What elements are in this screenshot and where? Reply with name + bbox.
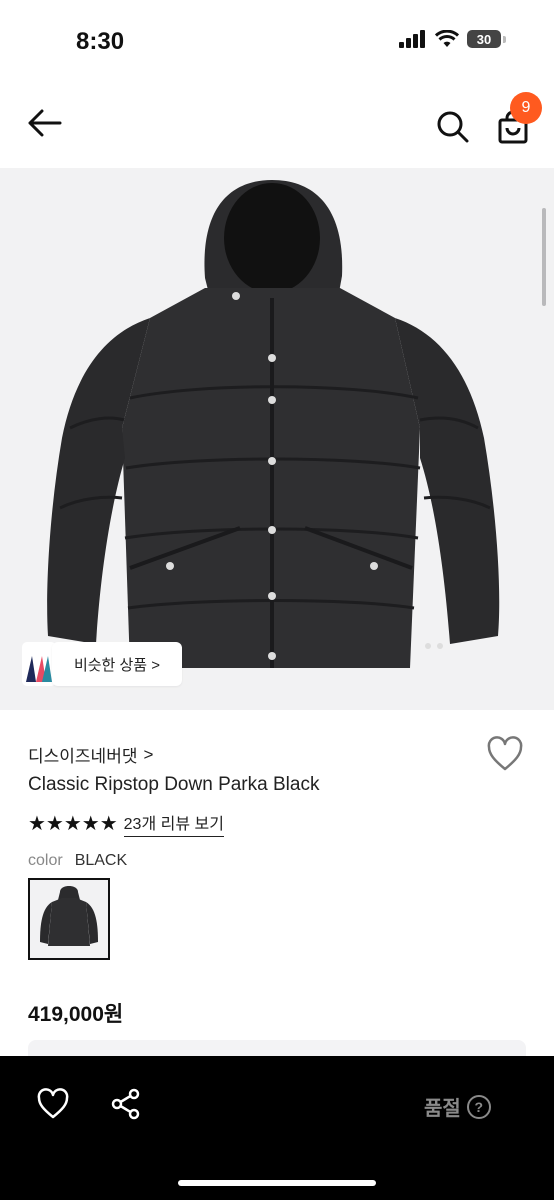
sold-out-indicator: 품절 ? [424, 1092, 491, 1121]
swatch-thumbnail [40, 886, 98, 946]
heart-icon[interactable] [486, 736, 524, 772]
brand-link[interactable]: 디스이즈네버댓 > [28, 742, 153, 767]
color-option: color BLACK [28, 852, 127, 870]
rating-stars: ★★★★★ [28, 813, 118, 835]
status-icons: 30 [399, 30, 506, 48]
chevron-right-icon: > [143, 744, 154, 764]
wishlist-heart-icon[interactable] [36, 1088, 70, 1120]
similar-thumbnails [22, 642, 56, 686]
battery-level: 30 [467, 30, 501, 48]
product-price: 419,000원 [28, 1003, 124, 1026]
parka-illustration [47, 180, 500, 668]
battery-tip [503, 35, 506, 43]
similar-products-label: 비슷한 상품 > [52, 642, 182, 686]
help-icon[interactable]: ? [466, 1094, 491, 1119]
review-link[interactable]: 23개 리뷰 보기 [123, 810, 224, 837]
scroll-indicator[interactable] [542, 208, 546, 306]
back-arrow-icon[interactable] [26, 108, 62, 138]
nav-bar [0, 80, 554, 168]
status-time: 8:30 [76, 28, 125, 55]
color-label: color [28, 852, 63, 869]
product-image[interactable]: 비슷한 상품 > [0, 168, 554, 710]
brand-name: 디스이즈네버댓 [28, 747, 138, 766]
color-swatch-black[interactable] [28, 878, 110, 960]
wifi-icon [435, 30, 459, 47]
product-name: Classic Ripstop Down Parka Black [28, 774, 320, 795]
signal-icon [399, 30, 425, 48]
color-value: BLACK [74, 852, 128, 869]
home-indicator [178, 1180, 376, 1186]
sold-out-label: 품절 [424, 1098, 461, 1120]
similar-products-button[interactable]: 비슷한 상품 > [22, 642, 182, 686]
bottom-action-bar: 품절 ? [0, 1056, 554, 1200]
cart-count-badge: 9 [510, 92, 542, 124]
share-icon[interactable] [110, 1088, 142, 1120]
status-bar: 8:30 30 [0, 0, 554, 80]
rating-row: ★★★★★ 23개 리뷰 보기 [28, 810, 224, 837]
search-icon[interactable] [436, 110, 470, 144]
